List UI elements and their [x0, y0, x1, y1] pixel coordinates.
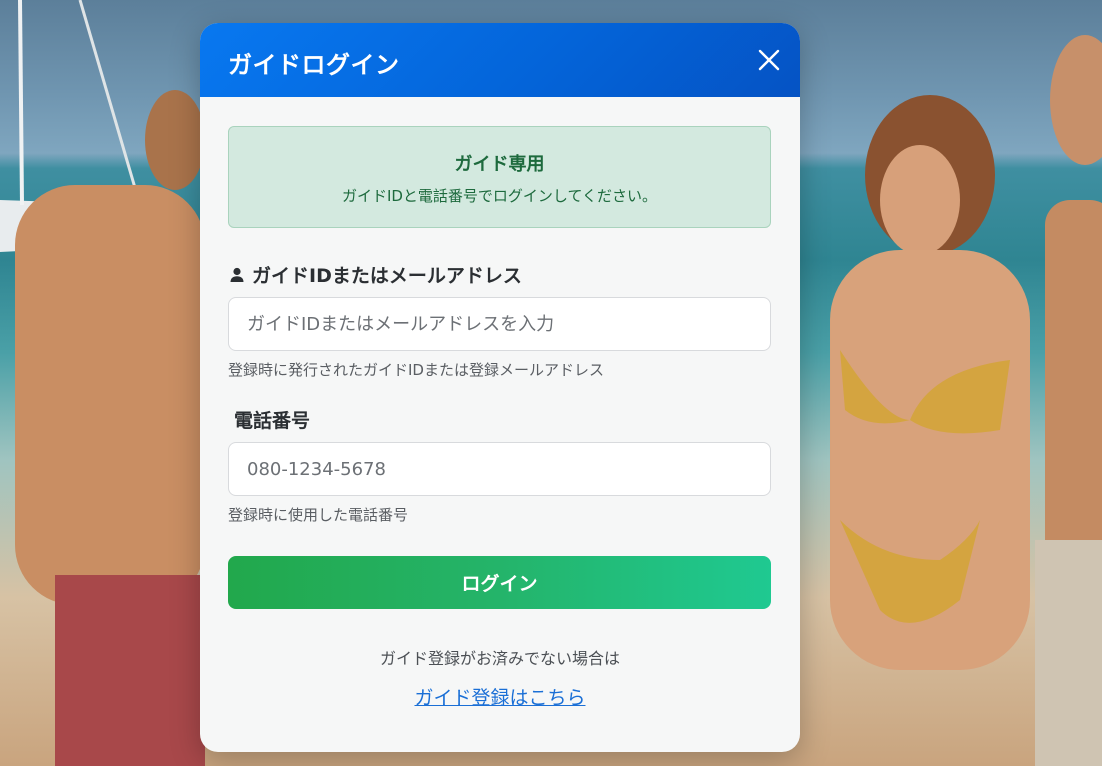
register-prompt: ガイド登録がお済みでない場合は: [379, 649, 620, 668]
guide-id-label: ガイドIDまたはメールアドレス: [228, 261, 522, 288]
register-link[interactable]: ガイド登録はこちら: [414, 687, 585, 709]
phone-help: 登録時に使用した電話番号: [228, 506, 409, 524]
modal-header: ガイドログイン: [200, 23, 800, 97]
left-person-shorts: [55, 575, 205, 766]
sailboat-mast: [18, 0, 24, 206]
notice-text: ガイドIDと電話番号でログインしてください。: [341, 187, 658, 205]
login-button[interactable]: ログイン: [228, 556, 771, 609]
close-icon: [758, 49, 780, 71]
user-icon: [230, 267, 244, 282]
woman-face: [880, 145, 960, 255]
phone-label-text: 電話番号: [234, 410, 311, 432]
sailboat-rigging: [78, 0, 142, 206]
guide-id-help: 登録時に発行されたガイドIDまたは登録メールアドレス: [228, 361, 604, 379]
right-man-head: [1050, 35, 1102, 165]
notice-title: ガイド専用: [454, 154, 545, 175]
phone-input[interactable]: [228, 442, 771, 496]
guide-login-modal: ガイドログイン ガイド専用 ガイドIDと電話番号でログインしてください。 ガイド…: [200, 23, 800, 752]
guide-id-input[interactable]: [228, 297, 771, 351]
close-button[interactable]: [754, 45, 784, 75]
left-person-head: [145, 90, 205, 190]
guide-only-notice: ガイド専用 ガイドIDと電話番号でログインしてください。: [228, 126, 771, 228]
left-person-torso: [15, 185, 205, 605]
right-man-shorts: [1035, 540, 1102, 766]
modal-title: ガイドログイン: [228, 51, 400, 79]
phone-label: 電話番号: [234, 406, 310, 433]
guide-id-label-text: ガイドIDまたはメールアドレス: [252, 265, 522, 287]
register-link-wrapper: ガイド登録はこちら: [200, 683, 800, 710]
